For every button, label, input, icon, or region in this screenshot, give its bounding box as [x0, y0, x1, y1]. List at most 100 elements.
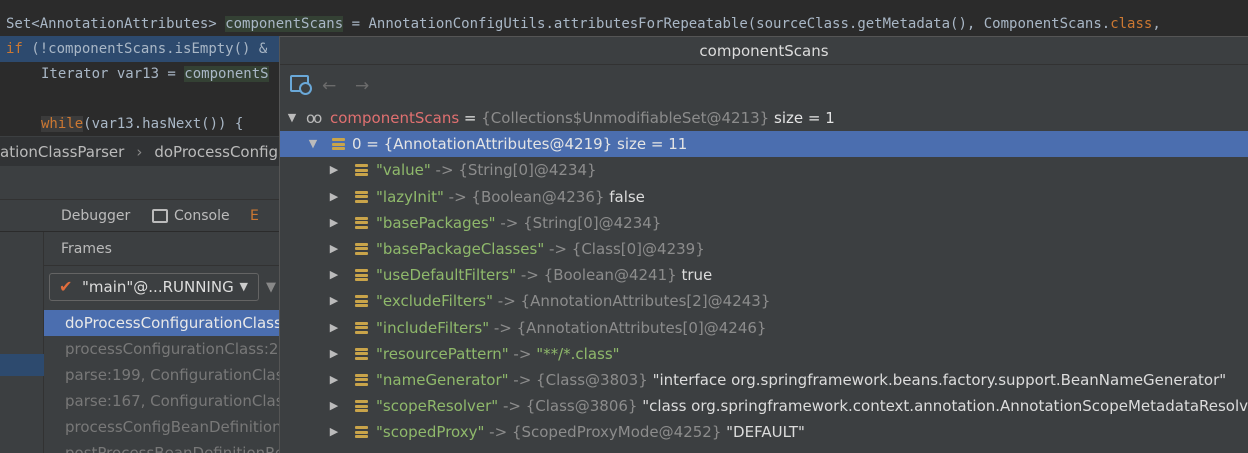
- tree-row-text: "lazyInit" -> {Boolean@4236} false: [376, 184, 645, 210]
- tree-row-entry[interactable]: ▶ "scopeResolver" -> {Class@3806} "class …: [280, 393, 1248, 419]
- entry-arrow: ->: [544, 239, 572, 258]
- expand-arrow-icon[interactable]: ▶: [328, 210, 340, 236]
- tree-row-entry[interactable]: ▶ "nameGenerator" -> {Class@3803} "interf…: [280, 367, 1248, 393]
- expand-arrow-icon[interactable]: ▶: [328, 236, 340, 262]
- code-keyword: while: [41, 116, 84, 132]
- entry-key: "basePackageClasses": [376, 239, 545, 258]
- code-line-1: Set<AnnotationAttributes> componentScans…: [6, 11, 1161, 37]
- code-token: = AnnotationConfigUtils.attributesForRep…: [343, 16, 1111, 32]
- tree-row-entry[interactable]: ▶ "scopedProxy" -> {ScopedProxyMode@4252}…: [280, 419, 1248, 445]
- variable-name: componentScans: [330, 109, 460, 127]
- breadcrumb-item-method[interactable]: doProcessConfigu: [154, 143, 280, 161]
- tree-row-text: "scopeResolver" -> {Class@3806} "class o…: [376, 393, 1248, 419]
- entry-ref: {Boolean@4241}: [543, 266, 677, 285]
- check-icon: ✔: [59, 277, 73, 296]
- tree-row-text: "value" -> {String[0]@4234}: [376, 157, 597, 183]
- field-icon: [355, 216, 368, 229]
- add-to-watches-icon[interactable]: [290, 75, 312, 95]
- tree-row-entry[interactable]: ▶ "includeFilters" -> {AnnotationAttribut…: [280, 315, 1248, 341]
- tree-row-text: "useDefaultFilters" -> {Boolean@4241} tr…: [376, 262, 712, 288]
- tree-row-child[interactable]: ▼ 0 = {AnnotationAttributes@4219} size =…: [280, 131, 1248, 158]
- expand-arrow-icon[interactable]: ▶: [328, 393, 340, 419]
- popup-toolbar: ← →: [280, 65, 1248, 103]
- entry-arrow: ->: [508, 344, 537, 363]
- console-icon: [152, 209, 168, 223]
- equals-sign: =: [459, 109, 482, 127]
- expand-arrow-icon[interactable]: ▶: [328, 157, 340, 183]
- tree-row-entry[interactable]: ▶ "excludeFilters" -> {AnnotationAttribut…: [280, 288, 1248, 314]
- entry-arrow: ->: [443, 187, 472, 206]
- debugger-tabs: Debugger Console E: [0, 200, 280, 232]
- entry-arrow: ->: [516, 266, 544, 285]
- entry-arrow: ->: [498, 397, 526, 416]
- popup-title[interactable]: componentScans: [280, 37, 1248, 65]
- code-token: (var13.hasNext()) {: [83, 116, 244, 132]
- code-token: Set<AnnotationAttributes>: [6, 16, 217, 32]
- code-token: .isEmpty() &: [166, 41, 268, 57]
- expand-arrow-icon[interactable]: ▶: [328, 315, 340, 341]
- expand-arrow-icon[interactable]: ▶: [328, 367, 340, 393]
- breadcrumb-item-class[interactable]: ationClassParser: [0, 143, 124, 161]
- frame-item[interactable]: processConfigurationClass:24: [44, 336, 280, 362]
- code-token: (!: [22, 41, 49, 57]
- entry-ref: {ScopedProxyMode@4252}: [511, 423, 722, 442]
- frame-item[interactable]: parse:167, ConfigurationClass: [44, 388, 280, 414]
- expand-arrow-icon[interactable]: ▶: [328, 288, 340, 314]
- tree-row-entry[interactable]: ▶ "useDefaultFilters" -> {Boolean@4241} t…: [280, 262, 1248, 288]
- entry-value: false: [609, 187, 645, 206]
- entry-size: size = 11: [617, 135, 688, 154]
- code-keyword: if: [6, 41, 23, 57]
- tree-row-entry[interactable]: ▶ "basePackages" -> {String[0]@4234}: [280, 210, 1248, 236]
- entry-key: "nameGenerator": [376, 370, 509, 389]
- entry-key: "scopedProxy": [376, 423, 485, 442]
- expand-arrow-icon[interactable]: ▼: [286, 105, 298, 131]
- expand-arrow-icon[interactable]: ▶: [328, 341, 340, 367]
- tree-row-root[interactable]: ▼ oo componentScans = {Collections$Unmod…: [280, 105, 1248, 131]
- frame-item[interactable]: postProcessBeanDefinitionRe: [44, 440, 280, 453]
- entry-key: "resourcePattern": [376, 344, 509, 363]
- frame-item[interactable]: doProcessConfigurationClass: [44, 310, 280, 336]
- code-line-2: if (!componentScans.isEmpty() &: [0, 36, 285, 62]
- frame-item[interactable]: processConfigBeanDefinitions: [44, 414, 280, 440]
- expand-arrow-icon[interactable]: ▶: [328, 262, 340, 288]
- debugger-gutter: [0, 232, 44, 453]
- entry-value: "interface org.springframework.beans.fac…: [652, 370, 1227, 389]
- tab-console[interactable]: Console: [152, 200, 230, 232]
- thread-filter-icon[interactable]: ▼: [266, 280, 276, 295]
- tree-row-text: "basePackageClasses" -> {Class[0]@4239}: [376, 236, 705, 262]
- entry-ref: {Class@3806}: [525, 397, 638, 416]
- tree-row-text: "scopedProxy" -> {ScopedProxyMode@4252} …: [376, 419, 805, 445]
- forward-arrow-icon[interactable]: →: [355, 76, 369, 96]
- tree-row-entry[interactable]: ▶ "lazyInit" -> {Boolean@4236} false: [280, 184, 1248, 210]
- field-icon: [355, 295, 368, 308]
- tree-row-entry[interactable]: ▶ "basePackageClasses" -> {Class[0]@4239}: [280, 236, 1248, 262]
- thread-dropdown[interactable]: ✔ "main"@...RUNNING ▼: [49, 273, 259, 301]
- entry-name: 0 = {AnnotationAttributes@4219}: [352, 135, 613, 154]
- tab-console-label: Console: [174, 208, 230, 224]
- back-arrow-icon[interactable]: ←: [322, 76, 336, 96]
- code-token: ,: [1152, 16, 1161, 32]
- entry-arrow: ->: [484, 423, 512, 442]
- entry-arrow: ->: [430, 161, 459, 180]
- field-icon: [332, 138, 345, 151]
- frame-item[interactable]: parse:199, ConfigurationClass: [44, 362, 280, 388]
- tree-row-entry[interactable]: ▶ "value" -> {String[0]@4234}: [280, 157, 1248, 183]
- entry-key: "excludeFilters": [376, 292, 494, 311]
- entry-arrow: ->: [489, 318, 517, 337]
- expand-arrow-icon[interactable]: ▶: [328, 184, 340, 210]
- field-icon: [355, 164, 368, 177]
- thread-label: "main"@...RUNNING: [82, 278, 234, 296]
- tree-row-text: "excludeFilters" -> {AnnotationAttribute…: [376, 288, 770, 314]
- entry-key: "scopeResolver": [376, 397, 499, 416]
- expand-arrow-icon[interactable]: ▶: [328, 419, 340, 445]
- tab-extra[interactable]: E: [250, 200, 280, 232]
- entry-arrow: ->: [495, 213, 524, 232]
- entry-ref: {Boolean@4236}: [471, 187, 605, 206]
- entry-ref: {String[0]@4234}: [458, 161, 597, 180]
- expand-arrow-icon[interactable]: ▼: [307, 131, 319, 157]
- entry-arrow: ->: [493, 292, 521, 311]
- entry-ref: {Class[0]@4239}: [571, 239, 705, 258]
- entry-value: true: [681, 266, 713, 285]
- tree-row-entry[interactable]: ▶ "resourcePattern" -> "**/*.class": [280, 341, 1248, 367]
- tab-debugger[interactable]: Debugger: [61, 200, 130, 232]
